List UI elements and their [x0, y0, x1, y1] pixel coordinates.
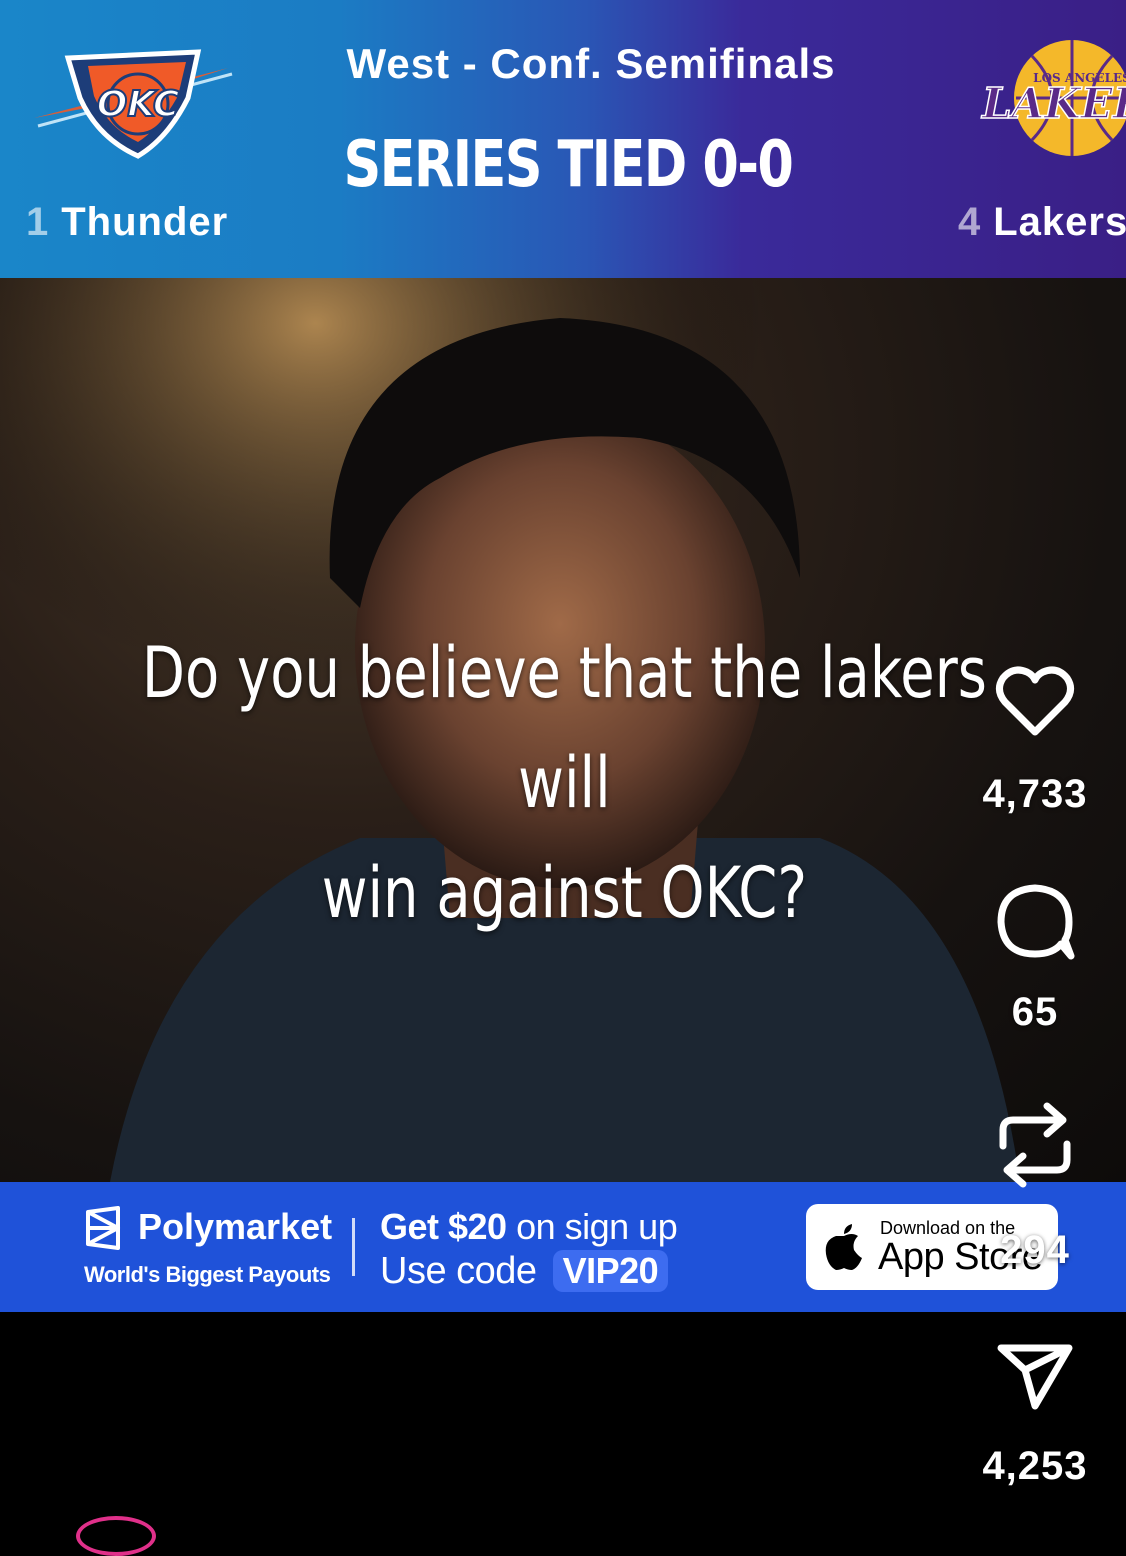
repost-button[interactable] [970, 1102, 1100, 1188]
like-count: 4,733 [982, 772, 1088, 816]
ad-divider [352, 1218, 355, 1276]
send-icon [997, 1344, 1073, 1410]
series-status: SERIES TIED 0-0 [343, 128, 794, 202]
comment-count: 65 [1011, 990, 1059, 1034]
polymarket-brand: Polymarket [138, 1206, 333, 1247]
lakers-seed: 4 [958, 200, 982, 244]
series-header: OKC West - Conf. Semifinals SERIES TIED … [0, 0, 1126, 278]
apple-icon [825, 1224, 862, 1270]
share-count: 4,253 [982, 1444, 1088, 1488]
repost-count: 294 [1000, 1228, 1070, 1272]
video-frame[interactable]: Do you believe that the lakers will win … [0, 278, 1126, 1182]
thunder-name: Thunder [61, 200, 229, 244]
lakers-team-label: 4 Lakers [958, 200, 1126, 245]
polymarket-icon [86, 1206, 120, 1250]
ad-code-line: Use code VIP20 [380, 1250, 669, 1293]
heart-icon [996, 666, 1074, 736]
lakers-logo: LOS ANGELES LAKERS [980, 40, 1126, 156]
share-button[interactable] [970, 1340, 1100, 1412]
like-button[interactable] [970, 664, 1100, 738]
thunder-seed: 1 [26, 200, 50, 244]
okc-logo-text: OKC [97, 84, 180, 125]
promo-code: VIP20 [552, 1250, 669, 1292]
repost-icon [999, 1102, 1071, 1188]
caption-line-2: win against OKC? [321, 852, 808, 934]
lakers-name: Lakers [993, 200, 1126, 244]
ad-code-prefix: Use code [380, 1250, 547, 1292]
lakers-logo-text: LAKERS [981, 79, 1126, 128]
comment-icon [997, 884, 1075, 960]
thunder-team-label: 1 Thunder [26, 200, 228, 245]
ad-offer-bold: Get $20 [380, 1206, 507, 1247]
polymarket-tagline: World's Biggest Payouts [84, 1262, 331, 1287]
comment-button[interactable] [970, 882, 1100, 962]
avatar[interactable] [76, 1516, 156, 1556]
caption-line-1: Do you believe that the lakers will [141, 632, 987, 824]
ad-offer: Get $20 on sign up [380, 1206, 678, 1248]
video-caption: Do you believe that the lakers will win … [114, 618, 1015, 948]
ad-offer-rest: on sign up [506, 1206, 678, 1247]
